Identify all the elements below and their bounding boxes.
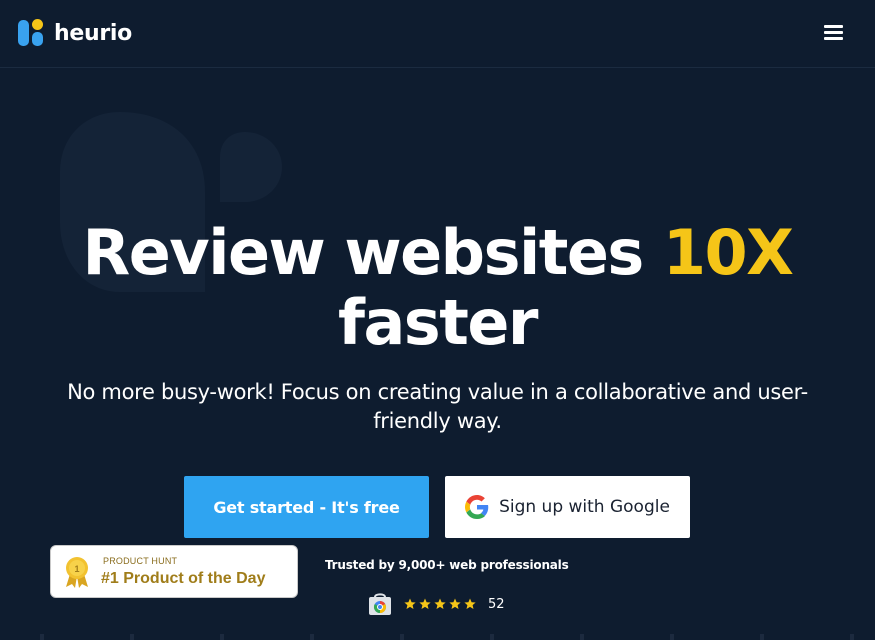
headline-accent: 10X (662, 216, 794, 289)
trusted-by-text: Trusted by 9,000+ web professionals (325, 558, 569, 572)
hamburger-menu-icon[interactable] (824, 25, 843, 41)
star-icon (404, 598, 416, 609)
star-rating (404, 598, 476, 610)
star-icon (419, 598, 431, 609)
star-icon (464, 598, 476, 609)
hero-headline: Review websites 10X faster (0, 218, 875, 358)
rating-row: 52 (368, 592, 505, 616)
logo-text: heurio (54, 20, 132, 46)
google-signup-label: Sign up with Google (499, 497, 670, 517)
product-hunt-badge[interactable]: 1 PRODUCT HUNT #1 Product of the Day (50, 545, 298, 598)
site-header: heurio (0, 0, 875, 68)
product-hunt-title: #1 Product of the Day (101, 570, 266, 587)
chrome-web-store-icon (369, 593, 391, 615)
product-hunt-label: PRODUCT HUNT (103, 556, 178, 566)
headline-text: Review websites (82, 216, 663, 289)
google-logo-icon (465, 495, 489, 519)
rating-count: 52 (488, 596, 505, 612)
heurio-logo-icon (18, 18, 46, 48)
svg-text:1: 1 (74, 564, 79, 574)
medal-icon: 1 (66, 557, 88, 588)
heurio-logo[interactable]: heurio (18, 18, 132, 48)
headline-text-line2: faster (338, 286, 538, 359)
hero-subheading: No more busy-work! Focus on creating val… (67, 380, 808, 433)
google-signup-button[interactable]: Sign up with Google (445, 476, 690, 538)
get-started-button[interactable]: Get started - It's free (184, 476, 429, 538)
next-section-edge (0, 634, 875, 640)
get-started-label: Get started - It's free (213, 497, 400, 517)
star-icon (449, 598, 461, 609)
star-icon (434, 598, 446, 609)
